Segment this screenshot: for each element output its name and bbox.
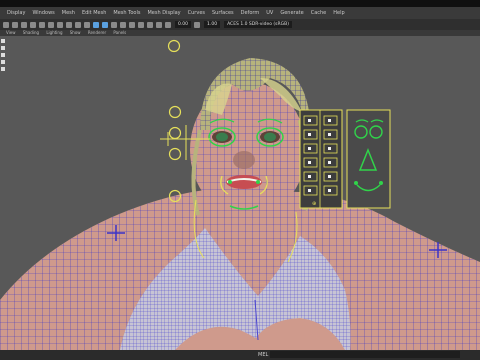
- menu-curves[interactable]: Curves: [188, 10, 205, 16]
- viewport-scene: ⊕: [0, 39, 480, 350]
- menu-surfaces[interactable]: Surfaces: [212, 10, 234, 16]
- select-camera-icon[interactable]: [3, 21, 9, 28]
- lights-icon[interactable]: [120, 21, 126, 28]
- menu-display[interactable]: Display: [7, 10, 25, 16]
- gate-mask-icon[interactable]: [66, 21, 72, 28]
- safe-action-icon[interactable]: [84, 21, 90, 28]
- svg-text:⊕: ⊕: [312, 201, 316, 207]
- shadows-icon[interactable]: [129, 21, 135, 28]
- xray-icon[interactable]: [147, 21, 153, 28]
- menu-mesh-tools[interactable]: Mesh Tools: [113, 10, 140, 16]
- menu-mesh[interactable]: Mesh: [62, 10, 75, 16]
- panel-menu-shading[interactable]: Shading: [23, 30, 39, 35]
- menu-generate[interactable]: Generate: [280, 10, 303, 16]
- menu-cache[interactable]: Cache: [311, 10, 327, 16]
- face-control-circle-3[interactable]: [168, 147, 182, 161]
- face-slider-panel[interactable]: ⊕: [299, 109, 343, 209]
- menu-windows[interactable]: Windows: [32, 10, 54, 16]
- marker-5: [1, 67, 5, 71]
- command-input[interactable]: [270, 351, 460, 358]
- face-control-circle-1[interactable]: [168, 105, 182, 119]
- head-control-circle[interactable]: [167, 39, 181, 53]
- textured-icon[interactable]: [111, 21, 117, 28]
- gamma-field[interactable]: 1.00: [204, 21, 221, 28]
- marker-2: [1, 46, 5, 50]
- menu-bar: Display Windows Mesh Edit Mesh Mesh Tool…: [0, 7, 480, 19]
- panel-menu-renderer[interactable]: Renderer: [88, 30, 106, 35]
- menu-deform[interactable]: Deform: [241, 10, 260, 16]
- nose: [233, 151, 255, 169]
- face-control-circle-2[interactable]: [168, 126, 182, 140]
- field-chart-icon[interactable]: [75, 21, 81, 28]
- panel-menu-view[interactable]: View: [6, 30, 16, 35]
- menu-edit-mesh[interactable]: Edit Mesh: [82, 10, 106, 16]
- image-plane-icon[interactable]: [30, 21, 36, 28]
- bookmark-icon[interactable]: [21, 21, 27, 28]
- command-line: MEL: [0, 350, 480, 360]
- gamma-icon[interactable]: [194, 21, 201, 28]
- ambient-occlusion-icon[interactable]: [138, 21, 144, 28]
- panel-menu-show[interactable]: Show: [70, 30, 81, 35]
- color-space-dropdown[interactable]: ACES 1.0 SDR-video (sRGB): [224, 21, 292, 28]
- smooth-shade-icon[interactable]: [102, 21, 108, 28]
- grid-icon[interactable]: [39, 21, 45, 28]
- 3d-viewport[interactable]: ⊕: [0, 36, 480, 350]
- exposure-field[interactable]: 0.00: [175, 21, 192, 28]
- marker-3: [1, 53, 5, 57]
- exposure-icon[interactable]: [165, 21, 171, 28]
- film-gate-icon[interactable]: [48, 21, 54, 28]
- resolution-gate-icon[interactable]: [57, 21, 63, 28]
- marker-1: [1, 39, 5, 43]
- viewport-toolbar: 0.00 1.00 ACES 1.0 SDR-video (sRGB): [0, 19, 480, 30]
- maya-window: Display Windows Mesh Edit Mesh Mesh Tool…: [0, 0, 480, 360]
- menu-help[interactable]: Help: [333, 10, 344, 16]
- marker-4: [1, 60, 5, 64]
- menu-mesh-display[interactable]: Mesh Display: [147, 10, 180, 16]
- window-top-strip: [0, 0, 480, 7]
- viewport-left-markers: [0, 36, 6, 350]
- panel-menu-panels[interactable]: Panels: [113, 30, 126, 35]
- face-gui-panel[interactable]: [346, 109, 391, 209]
- mel-label[interactable]: MEL: [258, 352, 268, 358]
- panel-menu-lighting[interactable]: Lighting: [46, 30, 62, 35]
- wireframe-icon[interactable]: [93, 21, 99, 28]
- isolate-select-icon[interactable]: [156, 21, 162, 28]
- menu-uv[interactable]: UV: [266, 10, 273, 16]
- camera-attributes-icon[interactable]: [12, 21, 18, 28]
